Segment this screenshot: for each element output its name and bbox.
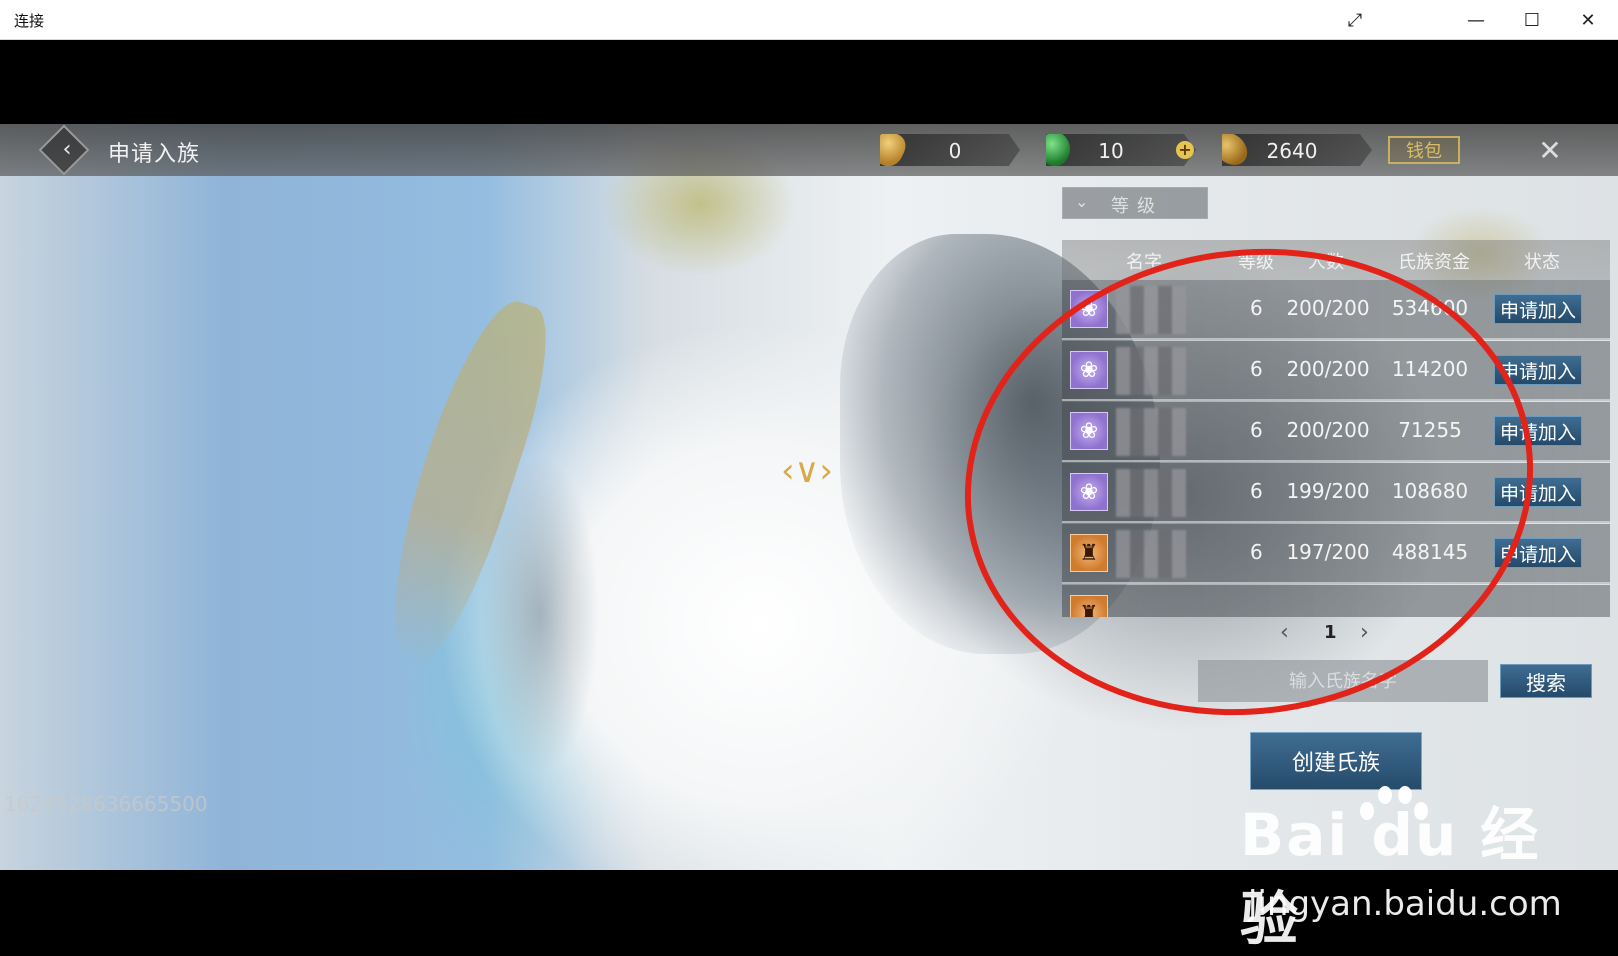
resource-copper: 2640 bbox=[1222, 134, 1372, 166]
level-filter-dropdown[interactable]: ⌄ 等级 bbox=[1062, 187, 1208, 219]
maximize-button[interactable]: ☐ bbox=[1504, 0, 1560, 40]
fullscreen-icon[interactable]: ⤢ bbox=[1327, 0, 1383, 40]
map-position-marker-icon: ‹∨› bbox=[780, 451, 834, 491]
resource-jade-value: 10 bbox=[1098, 139, 1124, 163]
close-window-button[interactable]: ✕ bbox=[1560, 0, 1616, 40]
apply-join-button[interactable]: 申请加入 bbox=[1494, 294, 1582, 324]
wallet-button[interactable]: 钱包 bbox=[1388, 136, 1460, 164]
resource-copper-value: 2640 bbox=[1266, 139, 1318, 163]
player-id: 1624528636665500 bbox=[4, 792, 208, 816]
chevron-down-icon: ⌄ bbox=[1075, 192, 1089, 211]
header-status: 状态 bbox=[1524, 252, 1560, 273]
window-titlebar: 连接 ⤢ — ☐ ✕ bbox=[0, 0, 1618, 40]
gold-bell-icon bbox=[880, 134, 910, 166]
baidu-watermark: Bai du 经验 jingyan.baidu.com bbox=[1240, 786, 1570, 953]
window-title: 连接 bbox=[14, 12, 45, 30]
minimize-button[interactable]: — bbox=[1448, 0, 1504, 40]
add-jade-icon[interactable]: + bbox=[1176, 141, 1194, 159]
map-terrain-shore bbox=[480, 454, 600, 774]
search-button[interactable]: 搜索 bbox=[1500, 664, 1592, 698]
watermark-url: jingyan.baidu.com bbox=[1248, 884, 1562, 924]
baidu-paw-icon bbox=[1350, 782, 1430, 842]
resource-gold: 0 bbox=[880, 134, 1020, 166]
resource-jade: 10 bbox=[1046, 134, 1196, 166]
close-panel-icon[interactable]: ✕ bbox=[1530, 130, 1570, 170]
game-topbar: ‹ 申请入族 0 10 + 2640 钱包 ✕ bbox=[0, 124, 1618, 176]
back-arrow-icon[interactable]: ‹ bbox=[52, 134, 82, 164]
header-fund: 氏族资金 bbox=[1398, 252, 1470, 273]
resource-gold-value: 0 bbox=[948, 139, 962, 163]
page-title: 申请入族 bbox=[108, 142, 201, 167]
level-filter-label: 等级 bbox=[1111, 196, 1163, 217]
